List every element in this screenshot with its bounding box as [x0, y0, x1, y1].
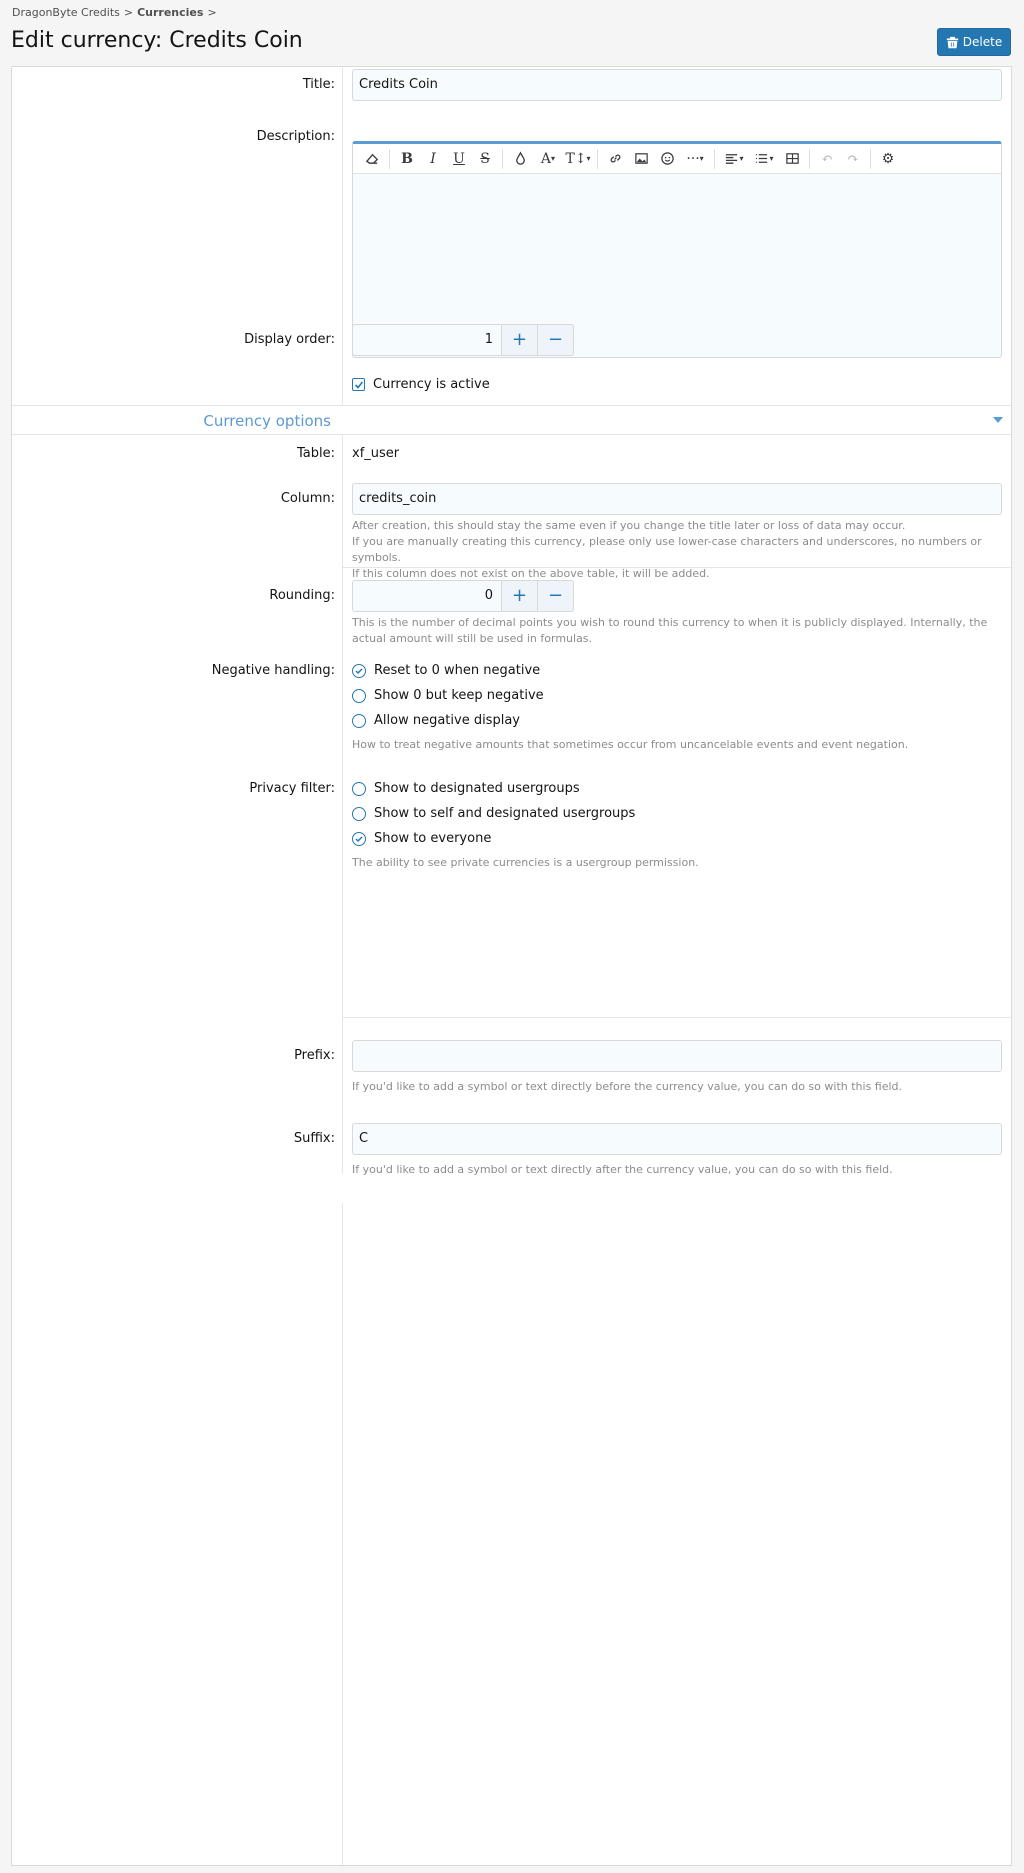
link-icon[interactable]: [602, 147, 628, 171]
breadcrumb-item-dragonbyte[interactable]: DragonByte Credits: [12, 6, 120, 19]
rounding-label: Rounding:: [269, 588, 335, 603]
privacy-filter-label: Privacy filter:: [249, 781, 335, 796]
prefix-hint: If you'd like to add a symbol or text di…: [352, 1080, 903, 1093]
delete-button[interactable]: Delete: [937, 28, 1011, 56]
checkbox-checked-icon: [352, 378, 365, 391]
toolbar-separator: [389, 148, 390, 169]
display-order-input[interactable]: 1: [352, 324, 502, 356]
toolbar-separator: [714, 148, 715, 169]
row-divider: [342, 567, 1011, 568]
image-icon[interactable]: [628, 147, 654, 171]
display-order-label: Display order:: [244, 332, 335, 347]
radio-empty-icon: [352, 713, 366, 728]
radio-empty-icon: [352, 781, 366, 796]
underline-icon[interactable]: U: [446, 147, 472, 171]
color-drop-icon[interactable]: [507, 147, 533, 171]
radio-empty-icon: [352, 688, 366, 703]
radio-selected-icon: [352, 831, 366, 846]
title-label: Title:: [302, 77, 335, 92]
italic-icon[interactable]: I: [420, 147, 446, 171]
collapse-caret-icon: [993, 417, 1003, 423]
redo-icon[interactable]: ↷: [840, 147, 866, 171]
page: DragonByte Credits > Currencies > Edit curr…: [0, 0, 1024, 1873]
edit-currency-form: Title: Credits Coin Description: B I U S…: [11, 66, 1012, 1866]
title-input[interactable]: Credits Coin: [352, 69, 1002, 101]
privacy-option-self-designated[interactable]: Show to self and designated usergroups: [352, 806, 635, 821]
font-size-icon[interactable]: T↕ ▾: [563, 147, 593, 171]
table-icon[interactable]: [779, 147, 805, 171]
more-options-icon[interactable]: ··· ▾: [680, 147, 710, 171]
row-divider: [342, 1017, 1011, 1018]
editor-toolbar: B I U S A ▾ T↕ ▾ ··· ▾ ▾ ▾ ↶ ↷ ⚙: [353, 144, 1001, 174]
display-order-stepper[interactable]: 1 + −: [352, 324, 574, 356]
column-input[interactable]: credits_coin: [352, 483, 1002, 515]
increment-button[interactable]: +: [502, 324, 538, 356]
settings-gear-icon[interactable]: ⚙: [875, 147, 901, 171]
privacy-option-everyone[interactable]: Show to everyone: [352, 831, 491, 846]
rounding-hint: This is the number of decimal points you…: [352, 616, 988, 645]
decrement-button[interactable]: −: [538, 580, 574, 612]
currency-active-label: Currency is active: [373, 377, 490, 392]
currency-options-header[interactable]: Currency options: [12, 405, 1011, 435]
smiley-icon[interactable]: [654, 147, 680, 171]
breadcrumb: DragonByte Credits > Currencies >: [12, 6, 221, 19]
negative-handling-label: Negative handling:: [211, 663, 335, 678]
list-icon[interactable]: ▾: [749, 147, 779, 171]
decrement-button[interactable]: −: [538, 324, 574, 356]
delete-button-label: Delete: [962, 35, 1003, 49]
rounding-stepper[interactable]: 0 + −: [352, 580, 574, 612]
page-title: Edit currency: Credits Coin: [11, 28, 303, 53]
currency-options-title: Currency options: [203, 412, 331, 430]
breadcrumb-separator: >: [207, 6, 217, 19]
toolbar-separator: [870, 148, 871, 169]
strikethrough-icon[interactable]: S: [472, 147, 498, 171]
bold-icon[interactable]: B: [394, 147, 420, 171]
breadcrumb-separator: >: [123, 6, 134, 19]
privacy-option-designated[interactable]: Show to designated usergroups: [352, 781, 580, 796]
align-icon[interactable]: ▾: [719, 147, 749, 171]
negative-option-allow[interactable]: Allow negative display: [352, 713, 520, 728]
table-label: Table:: [297, 446, 335, 461]
rounding-input[interactable]: 0: [352, 580, 502, 612]
trash-icon: [946, 36, 958, 48]
toolbar-separator: [597, 148, 598, 169]
prefix-input[interactable]: [352, 1040, 1002, 1072]
negative-handling-hint: How to treat negative amounts that somet…: [352, 738, 909, 751]
suffix-label: Suffix:: [293, 1131, 335, 1146]
font-family-icon[interactable]: A ▾: [533, 147, 563, 171]
table-value: xf_user: [352, 446, 400, 461]
suffix-hint: If you'd like to add a symbol or text di…: [352, 1163, 893, 1176]
increment-button[interactable]: +: [502, 580, 538, 612]
column-divider: [342, 67, 343, 405]
clear-formatting-icon[interactable]: [359, 147, 385, 171]
negative-option-reset[interactable]: Reset to 0 when negative: [352, 663, 540, 678]
suffix-input[interactable]: C: [352, 1123, 1002, 1155]
column-hint: After creation, this should stay the sam…: [352, 519, 982, 580]
breadcrumb-item-currencies[interactable]: Currencies: [137, 6, 203, 19]
undo-icon[interactable]: ↶: [814, 147, 840, 171]
description-label: Description:: [256, 129, 335, 144]
column-divider: [342, 434, 343, 1174]
radio-selected-icon: [352, 663, 366, 678]
prefix-label: Prefix:: [294, 1048, 335, 1063]
privacy-filter-hint: The ability to see private currencies is…: [352, 856, 699, 869]
negative-option-show-zero[interactable]: Show 0 but keep negative: [352, 688, 544, 703]
currency-active-checkbox[interactable]: Currency is active: [352, 377, 490, 392]
column-divider: [342, 1203, 343, 1865]
column-label: Column:: [280, 491, 335, 506]
toolbar-separator: [809, 148, 810, 169]
toolbar-separator: [502, 148, 503, 169]
radio-empty-icon: [352, 806, 366, 821]
